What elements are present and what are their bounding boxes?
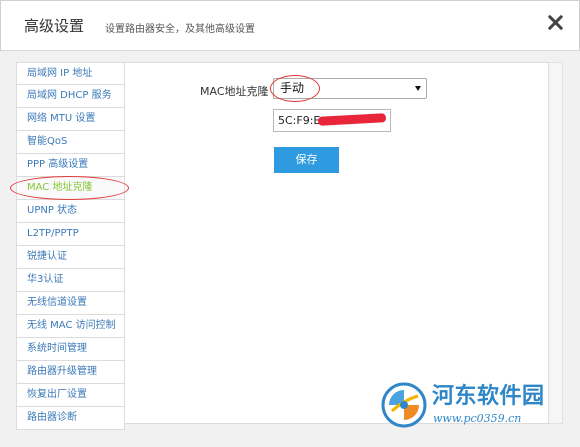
mac-clone-label: MAC地址克隆: [200, 85, 269, 98]
watermark-url: www.pc0359.cn: [433, 412, 522, 425]
sidebar-item-mtu[interactable]: 网络 MTU 设置: [16, 108, 125, 131]
content-scrollbar[interactable]: [549, 62, 563, 424]
sidebar-item-lan-dhcp[interactable]: 局域网 DHCP 服务: [16, 85, 125, 108]
settings-sidebar: 局域网 IP 地址 局域网 DHCP 服务 网络 MTU 设置 智能QoS PP…: [16, 62, 125, 430]
sidebar-item-firmware-upgrade[interactable]: 路由器升级管理: [16, 361, 125, 384]
annotation-circle-mode: [270, 75, 320, 102]
sidebar-item-diagnostics[interactable]: 路由器诊断: [16, 407, 125, 430]
sidebar-item-ruijie-auth[interactable]: 锐捷认证: [16, 246, 125, 269]
sidebar-item-upnp[interactable]: UPNP 状态: [16, 200, 125, 223]
watermark-logo-icon: [381, 382, 427, 428]
dialog-header: 高级设置 设置路由器安全，及其他高级设置: [1, 1, 580, 51]
sidebar-item-wifi-channel[interactable]: 无线信道设置: [16, 292, 125, 315]
annotation-circle-sidebar: [10, 176, 129, 200]
sidebar-item-qos[interactable]: 智能QoS: [16, 131, 125, 154]
sidebar-item-wifi-mac-acl[interactable]: 无线 MAC 访问控制: [16, 315, 125, 338]
site-watermark: 河东软件园 www.pc0359.cn: [378, 372, 578, 442]
sidebar-item-l2tp-pptp[interactable]: L2TP/PPTP: [16, 223, 125, 246]
watermark-name: 河东软件园: [432, 383, 545, 409]
dropdown-arrow-icon: [415, 86, 421, 91]
save-button[interactable]: 保存: [274, 147, 339, 173]
sidebar-item-factory-reset[interactable]: 恢复出厂设置: [16, 384, 125, 407]
sidebar-item-h3c-auth[interactable]: 华3认证: [16, 269, 125, 292]
sidebar-item-lan-ip[interactable]: 局域网 IP 地址: [16, 62, 125, 85]
sidebar-item-ppp[interactable]: PPP 高级设置: [16, 154, 125, 177]
dialog-subtitle: 设置路由器安全，及其他高级设置: [105, 24, 255, 35]
close-icon[interactable]: [544, 12, 566, 34]
sidebar-item-system-time[interactable]: 系统时间管理: [16, 338, 125, 361]
dialog-title: 高级设置: [24, 17, 85, 35]
